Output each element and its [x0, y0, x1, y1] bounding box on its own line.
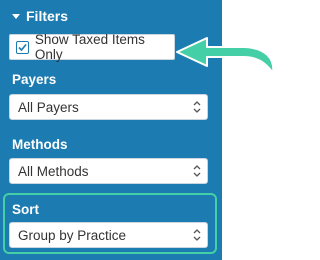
methods-select[interactable]: All Methods: [9, 158, 208, 184]
filters-toggle[interactable]: Filters: [12, 8, 68, 24]
show-taxed-label: Show Taxed Items Only: [34, 32, 145, 62]
methods-label: Methods: [12, 137, 68, 152]
filters-title: Filters: [26, 8, 69, 24]
up-down-chevron-icon: [193, 101, 201, 113]
payers-select-value: All Payers: [18, 99, 79, 115]
payers-label: Payers: [12, 72, 57, 87]
show-taxed-checkbox-row[interactable]: Show Taxed Items Only: [9, 32, 175, 62]
up-down-chevron-icon: [193, 165, 201, 177]
caret-down-icon: [12, 13, 20, 19]
checkmark-icon: [18, 43, 27, 51]
payers-select[interactable]: All Payers: [9, 94, 208, 120]
sort-highlight-box: [3, 193, 217, 254]
methods-select-value: All Methods: [18, 163, 89, 179]
show-taxed-checkbox[interactable]: [16, 40, 29, 54]
pointer-arrow-icon: [176, 37, 275, 74]
